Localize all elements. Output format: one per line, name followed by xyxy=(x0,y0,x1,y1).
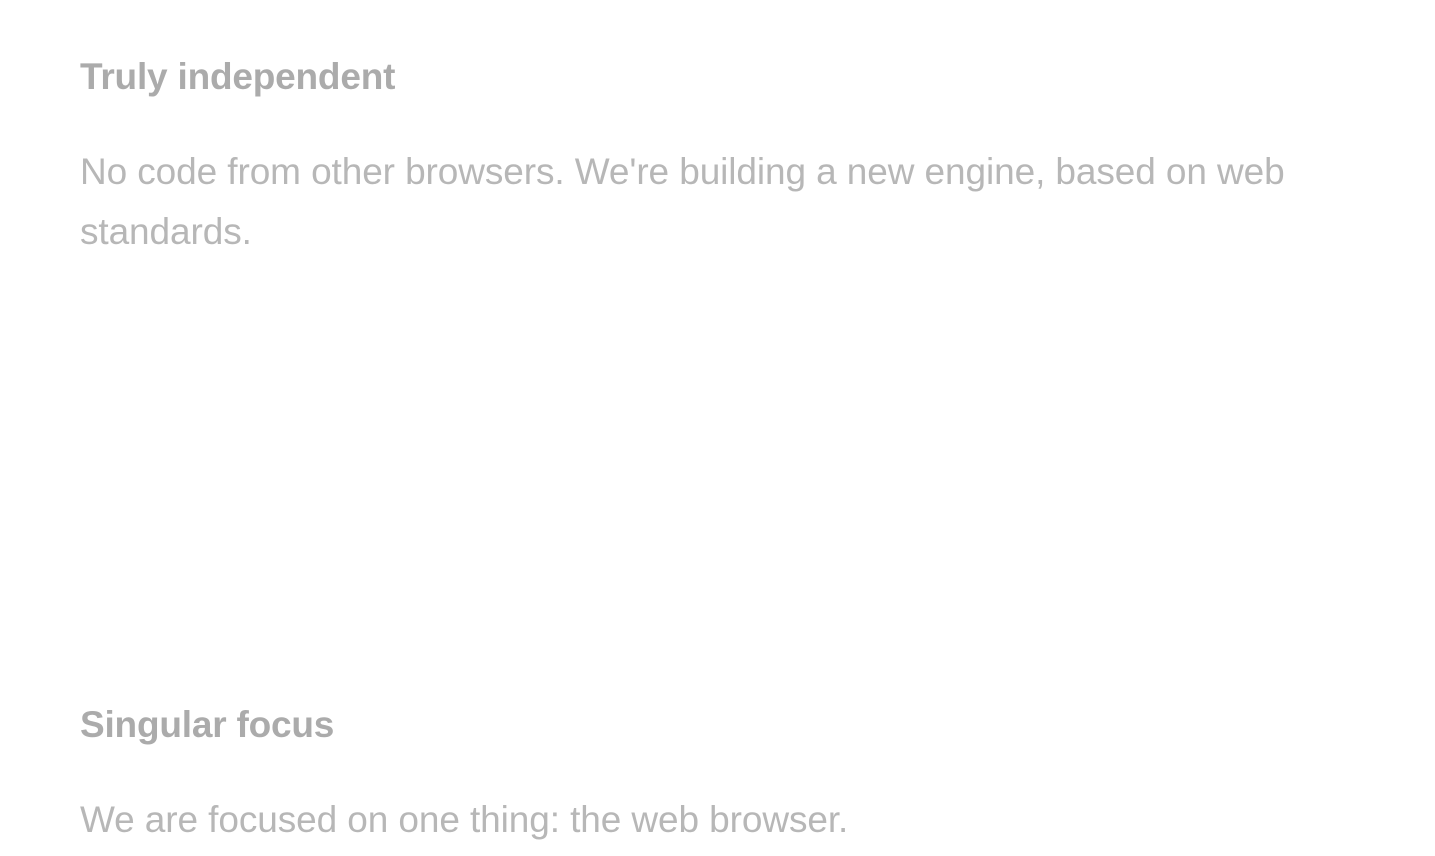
feature-description: We are focused on one thing: the web bro… xyxy=(80,799,849,840)
feature-truly-independent: Truly independent No code from other bro… xyxy=(80,54,1350,262)
feature-title: Singular focus xyxy=(80,704,335,745)
feature-page: Truly independent No code from other bro… xyxy=(0,0,1435,856)
feature-description: No code from other browsers. We're build… xyxy=(80,151,1285,252)
feature-title: Truly independent xyxy=(80,56,396,97)
feature-singular-focus: Singular focus We are focused on one thi… xyxy=(80,702,1350,850)
